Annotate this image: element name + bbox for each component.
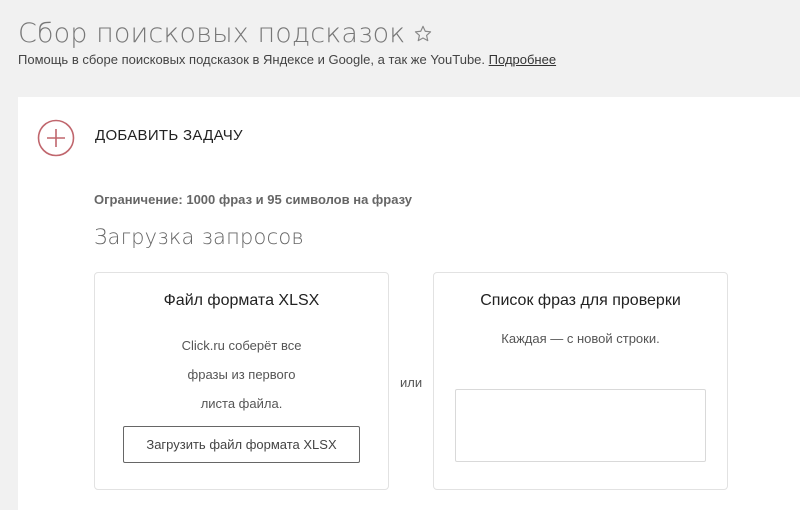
- upload-section-title: Загрузка запросов: [94, 225, 304, 249]
- page-subtitle: Помощь в сборе поисковых подсказок в Янд…: [18, 52, 800, 67]
- upload-xlsx-button[interactable]: Загрузить файл формата XLSX: [123, 426, 360, 463]
- xlsx-upload-panel: Файл формата XLSX Click.ru соберёт все ф…: [94, 272, 389, 490]
- add-task-label: ДОБАВИТЬ ЗАДАЧУ: [95, 126, 243, 144]
- page-title: Сбор поисковых подсказок: [18, 18, 406, 49]
- xlsx-description-line: листа файла.: [200, 396, 283, 411]
- plus-circle-icon[interactable]: [37, 119, 75, 157]
- phrases-textarea[interactable]: [455, 389, 706, 462]
- or-separator: или: [400, 375, 423, 390]
- subtitle-text: Помощь в сборе поисковых подсказок в Янд…: [18, 52, 486, 67]
- main-card: ДОБАВИТЬ ЗАДАЧУ Ограничение: 1000 фраз и…: [18, 97, 800, 510]
- xlsx-description-line: Click.ru соберёт все: [181, 338, 302, 353]
- list-panel-hint: Каждая — с новой строки.: [501, 331, 660, 346]
- add-task-button[interactable]: ДОБАВИТЬ ЗАДАЧУ: [37, 119, 243, 157]
- star-outline-icon[interactable]: [413, 24, 433, 44]
- limit-note: Ограничение: 1000 фраз и 95 символов на …: [94, 192, 412, 207]
- xlsx-description: Click.ru соберёт все фразы из первого ли…: [95, 331, 388, 418]
- list-panel-title: Список фраз для проверки: [480, 292, 681, 309]
- more-link[interactable]: Подробнее: [489, 52, 556, 67]
- title-row: Сбор поисковых подсказок: [18, 14, 800, 54]
- xlsx-description-line: фразы из первого: [187, 367, 296, 382]
- page-header: Сбор поисковых подсказок Помощь в сборе …: [18, 14, 800, 67]
- phrase-list-panel: Список фраз для проверки Каждая — с ново…: [433, 272, 728, 490]
- xlsx-panel-title: Файл формата XLSX: [163, 292, 320, 309]
